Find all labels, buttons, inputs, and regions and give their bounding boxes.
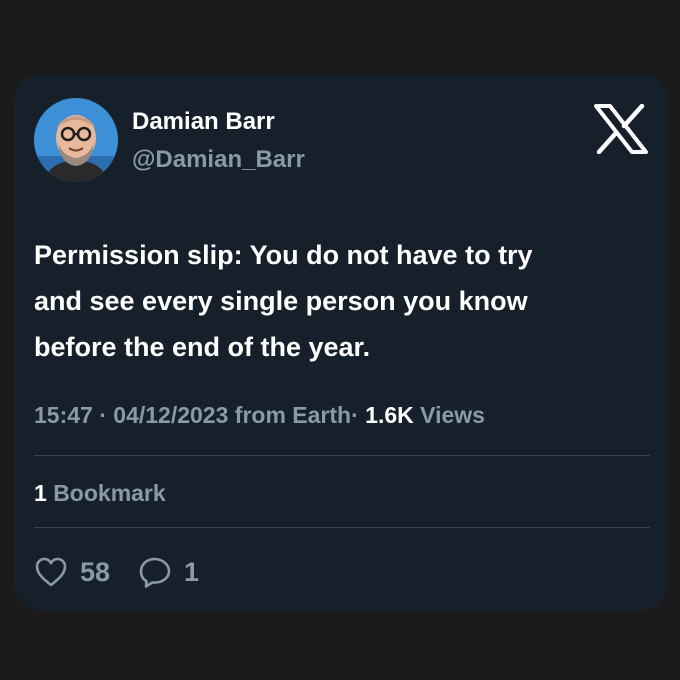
tweet-text-line: and see every single person you know bbox=[34, 286, 528, 316]
views-label: Views bbox=[420, 402, 485, 428]
author-display-name[interactable]: Damian Barr bbox=[132, 108, 275, 136]
reply-icon bbox=[139, 557, 171, 588]
bookmarks-stat[interactable]: 1 Bookmark bbox=[34, 480, 166, 507]
divider bbox=[34, 455, 650, 456]
author-handle[interactable]: @Damian_Barr bbox=[132, 146, 305, 174]
action-bar: 58 1 bbox=[34, 552, 227, 592]
tweet-time[interactable]: 15:47 bbox=[34, 402, 93, 428]
avatar[interactable] bbox=[34, 98, 118, 182]
heart-icon bbox=[35, 557, 67, 587]
tweet-card: Damian Barr @Damian_Barr Permission slip… bbox=[14, 74, 668, 610]
bookmarks-count: 1 bbox=[34, 480, 47, 506]
x-logo-icon bbox=[594, 103, 648, 155]
tweet-meta: 15:47 · 04/12/2023 from Earth· 1.6K View… bbox=[34, 402, 485, 429]
tweet-text-line: before the end of the year. bbox=[34, 332, 371, 362]
reply-button[interactable]: 1 bbox=[138, 556, 199, 588]
like-button[interactable]: 58 bbox=[34, 556, 110, 588]
avatar-photo bbox=[34, 98, 118, 182]
divider bbox=[34, 527, 650, 528]
tweet-text-line: Permission slip: You do not have to try bbox=[34, 240, 533, 270]
likes-count: 58 bbox=[80, 556, 111, 587]
tweet-date[interactable]: 04/12/2023 bbox=[113, 402, 228, 428]
replies-count: 1 bbox=[184, 556, 200, 587]
tweet-text: Permission slip: You do not have to try … bbox=[34, 232, 646, 370]
bookmarks-label: Bookmark bbox=[53, 480, 166, 506]
tweet-source: from Earth bbox=[234, 402, 352, 428]
views-count: 1.6K bbox=[365, 402, 414, 428]
meta-separator: · bbox=[99, 402, 107, 428]
meta-separator: · bbox=[351, 402, 359, 428]
